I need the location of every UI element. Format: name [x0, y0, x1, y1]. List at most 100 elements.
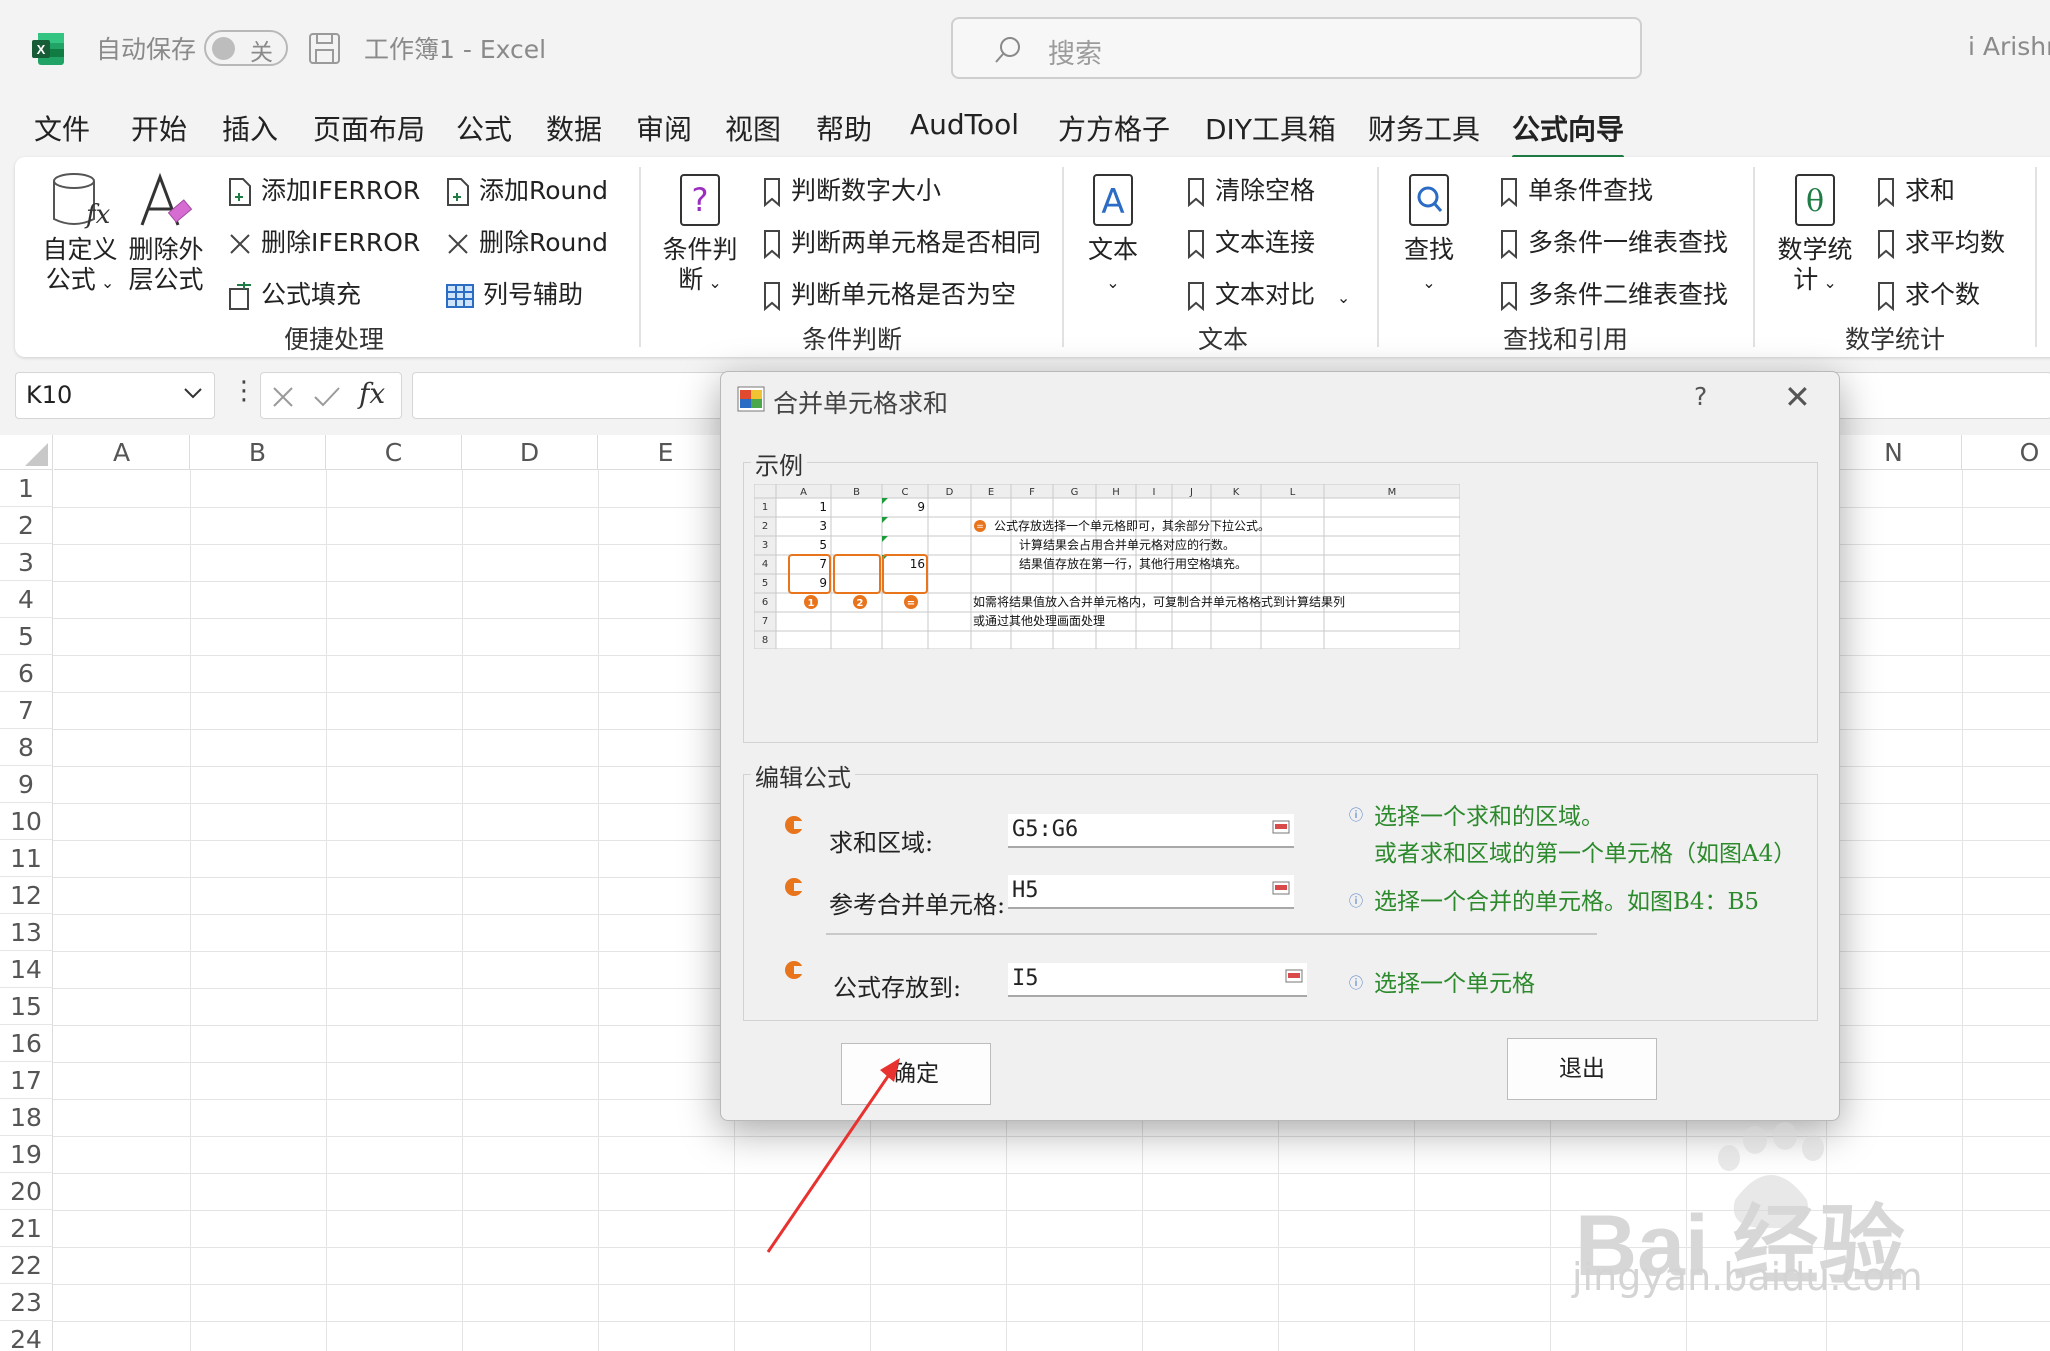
row-header[interactable]: 18 [0, 1099, 53, 1136]
col-helper-button[interactable]: 列号辅助 [445, 275, 583, 311]
tab-home[interactable]: 开始 [131, 108, 187, 148]
same-cells-button[interactable]: 判断两单元格是否相同 [761, 223, 1041, 260]
row-header[interactable]: 10 [0, 803, 53, 840]
row-header[interactable]: 5 [0, 618, 53, 655]
output-label: 公式存放到: [833, 974, 962, 1002]
tab-help[interactable]: 帮助 [816, 108, 872, 148]
example-col-header: L [1290, 487, 1296, 498]
row-header[interactable]: 22 [0, 1247, 53, 1284]
cancel-icon[interactable] [271, 385, 295, 409]
row-header[interactable]: 23 [0, 1284, 53, 1321]
sum-button[interactable]: 求和 [1875, 171, 1955, 208]
row-header[interactable]: 11 [0, 840, 53, 877]
row-header[interactable]: 21 [0, 1210, 53, 1247]
more-dots-icon[interactable]: ⋮ [231, 376, 257, 406]
row-header[interactable]: 2 [0, 507, 53, 544]
add-round-button[interactable]: 添加Round [445, 171, 608, 207]
row-header[interactable]: 9 [0, 766, 53, 803]
save-icon[interactable] [308, 32, 341, 65]
single-lookup-button[interactable]: 单条件查找 [1498, 171, 1653, 208]
example-legend: 示例 [751, 446, 807, 481]
output-input[interactable]: I5 [1008, 963, 1307, 997]
tab-review[interactable]: 审阅 [636, 108, 692, 148]
remove-outer-formula-button[interactable]: 删除外 层公式 [128, 171, 204, 295]
column-header[interactable]: A [54, 435, 190, 470]
row-header[interactable]: 8 [0, 729, 53, 766]
column-header[interactable]: D [462, 435, 598, 470]
tab-audtool[interactable]: AudTool [910, 108, 1019, 141]
row-header[interactable]: 3 [0, 544, 53, 581]
range-picker-icon[interactable] [1272, 820, 1290, 834]
corner-triangle-icon [25, 443, 48, 466]
help-icon[interactable]: ? [1694, 382, 1707, 411]
row-header[interactable]: 7 [0, 692, 53, 729]
avg-button[interactable]: 求平均数 [1875, 223, 2005, 260]
multi-2d-lookup-button[interactable]: 多条件二维表查找 [1498, 275, 1728, 312]
tab-formula-wizard[interactable]: 公式向导 [1512, 108, 1625, 160]
group-separator [2035, 167, 2037, 347]
tab-finance-tools[interactable]: 财务工具 [1368, 108, 1480, 148]
database-fx-icon: fx [53, 173, 110, 230]
del-round-button[interactable]: 删除Round [445, 223, 608, 259]
column-header[interactable]: C [326, 435, 462, 470]
tab-page-layout[interactable]: 页面布局 [313, 108, 425, 148]
text-button[interactable]: A 文本 ⌄ [1083, 171, 1143, 298]
range-picker-icon[interactable] [1285, 969, 1303, 983]
tab-fangfang[interactable]: 方方格子 [1058, 108, 1170, 148]
tab-diy-toolbox[interactable]: DIY工具箱 [1205, 108, 1336, 148]
formula-fill-button[interactable]: 公式填充 [227, 275, 361, 311]
column-header[interactable]: B [190, 435, 326, 470]
column-header[interactable]: E [598, 435, 734, 470]
bookmark-icon [764, 230, 780, 260]
row-header[interactable]: 16 [0, 1025, 53, 1062]
row-header[interactable]: 19 [0, 1136, 53, 1173]
row-header[interactable]: 1 [0, 470, 53, 507]
del-iferror-button[interactable]: 删除IFERROR [227, 223, 420, 259]
confirm-check-icon[interactable] [313, 385, 341, 409]
tab-formulas[interactable]: 公式 [456, 108, 512, 148]
range-picker-icon[interactable] [1272, 881, 1290, 895]
insert-function-icon[interactable]: fx [359, 377, 385, 410]
add-iferror-button[interactable]: 添加IFERROR [227, 171, 420, 207]
num-size-button[interactable]: 判断数字大小 [761, 171, 941, 208]
autosave-toggle[interactable]: 关 [204, 30, 288, 66]
ref-merged-input[interactable]: H5 [1008, 875, 1294, 909]
math-stats-button[interactable]: θ 数学统 计 ⌄ [1772, 171, 1858, 298]
lookup-button[interactable]: 查找 ⌄ [1399, 171, 1459, 298]
tab-file[interactable]: 文件 [34, 108, 90, 148]
multi-1d-lookup-button[interactable]: 多条件一维表查找 [1498, 223, 1728, 260]
row-header[interactable]: 12 [0, 877, 53, 914]
row-header[interactable]: 6 [0, 655, 53, 692]
eraser-letter-icon [140, 172, 193, 226]
example-col-header: G [1071, 487, 1079, 498]
exit-button[interactable]: 退出 [1507, 1038, 1657, 1100]
row-header[interactable]: 15 [0, 988, 53, 1025]
name-box[interactable]: K10 [15, 372, 215, 419]
add-doc-icon [229, 178, 251, 206]
close-icon[interactable]: ✕ [1784, 378, 1811, 416]
compare-button[interactable]: 文本对比 ⌄ [1185, 275, 1350, 312]
tab-data[interactable]: 数据 [546, 108, 602, 148]
is-empty-button[interactable]: 判断单元格是否为空 [761, 275, 1016, 312]
row-header[interactable]: 13 [0, 914, 53, 951]
column-header[interactable]: N [1826, 435, 1962, 470]
row-header[interactable]: 14 [0, 951, 53, 988]
concat-button[interactable]: 文本连接 [1185, 223, 1315, 260]
tab-insert[interactable]: 插入 [222, 108, 278, 148]
tab-view[interactable]: 视图 [725, 108, 781, 148]
row-header[interactable]: 17 [0, 1062, 53, 1099]
count-button[interactable]: 求个数 [1875, 275, 1980, 312]
sum-range-input[interactable]: G5:G6 [1008, 814, 1294, 848]
row-header[interactable]: 24 [0, 1321, 53, 1351]
row-header[interactable]: 4 [0, 581, 53, 618]
column-header[interactable]: O [1962, 435, 2050, 470]
select-all-corner[interactable] [0, 435, 53, 470]
search-box[interactable]: 搜索 [951, 17, 1642, 79]
app-window-icon [737, 386, 765, 412]
condition-button[interactable]: ? 条件判 断 ⌄ [658, 171, 742, 298]
row-header[interactable]: 20 [0, 1173, 53, 1210]
custom-formula-button[interactable]: fx 自定义 公式 ⌄ [42, 171, 118, 298]
trim-button[interactable]: 清除空格 [1185, 171, 1315, 208]
ref-merged-label: 参考合并单元格: [829, 891, 1006, 919]
account-name[interactable]: i Arishn [1968, 32, 2050, 61]
